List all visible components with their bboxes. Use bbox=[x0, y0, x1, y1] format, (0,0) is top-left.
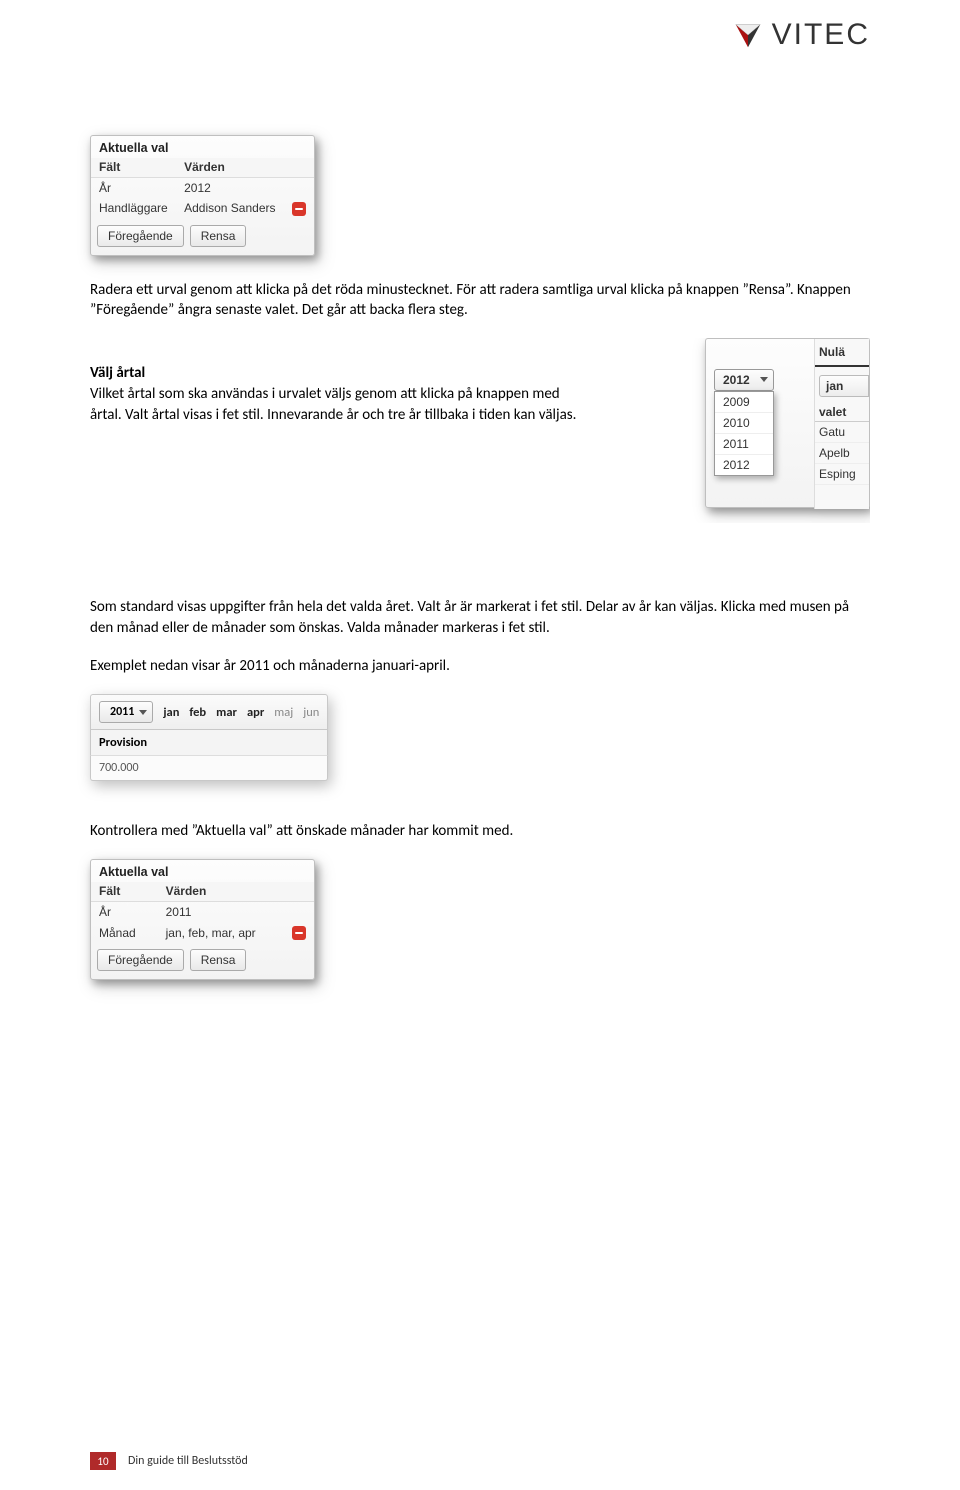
clear-button[interactable]: Rensa bbox=[190, 949, 247, 971]
brand-logo: VITEC bbox=[734, 18, 870, 52]
table-row: År 2012 bbox=[91, 178, 314, 199]
vitec-mark-icon bbox=[734, 21, 762, 49]
clear-button[interactable]: Rensa bbox=[190, 225, 247, 247]
month-item[interactable]: jan bbox=[163, 705, 179, 720]
paragraph: Vilket årtal som ska användas i urvalet … bbox=[90, 384, 590, 425]
footer-title: Din guide till Beslutsstöd bbox=[128, 1454, 248, 1468]
remove-selection-icon[interactable] bbox=[292, 202, 306, 216]
provision-label: Provision bbox=[90, 730, 328, 756]
panel-title: Aktuella val bbox=[91, 860, 314, 882]
paragraph: Kontrollera med ”Aktuella val” att önska… bbox=[90, 821, 870, 841]
paragraph: Exemplet nedan visar år 2011 och månader… bbox=[90, 656, 870, 676]
month-item[interactable]: apr bbox=[247, 705, 264, 720]
month-item[interactable]: jun bbox=[303, 705, 319, 720]
col-values: Värden bbox=[176, 158, 284, 178]
paragraph: Radera ett urval genom att klicka på det… bbox=[90, 280, 870, 321]
month-tab[interactable]: jan bbox=[819, 375, 869, 397]
months-list: jan feb mar apr maj jun bbox=[163, 705, 319, 720]
month-item[interactable]: mar bbox=[216, 705, 237, 720]
provision-value: 700.000 bbox=[90, 756, 328, 781]
panel-year-dropdown: 2012 2009 2010 2011 2012 Nulä jan valet … bbox=[705, 338, 870, 508]
page-footer: 10 Din guide till Beslutsstöd bbox=[90, 1452, 248, 1470]
cropped-right-panel: Nulä jan valet Gatu Apelb Esping bbox=[814, 339, 869, 509]
table-row: Handläggare Addison Sanders bbox=[91, 198, 314, 219]
table-row: År 2011 bbox=[91, 902, 314, 923]
panel-month-selector: 2011 jan feb mar apr maj jun Provision 7… bbox=[90, 694, 328, 781]
selection-table: Fält Värden År 2011 Månad jan, feb, mar,… bbox=[91, 882, 314, 943]
brand-name: VITEC bbox=[772, 18, 870, 52]
year-combo[interactable]: 2011 bbox=[99, 701, 153, 723]
year-dropdown-list: 2009 2010 2011 2012 bbox=[714, 391, 774, 476]
year-option[interactable]: 2009 bbox=[715, 392, 773, 413]
remove-selection-icon[interactable] bbox=[292, 926, 306, 940]
chevron-down-icon bbox=[139, 710, 147, 715]
chevron-down-icon bbox=[760, 377, 768, 382]
month-item[interactable]: maj bbox=[274, 705, 293, 720]
panel-title: Aktuella val bbox=[91, 136, 314, 158]
previous-button[interactable]: Föregående bbox=[97, 949, 184, 971]
year-option[interactable]: 2012 bbox=[715, 455, 773, 475]
year-option[interactable]: 2011 bbox=[715, 434, 773, 455]
col-field: Fält bbox=[91, 882, 158, 902]
panel-aktuella-val-1: Aktuella val Fält Värden År 2012 Handläg… bbox=[90, 135, 315, 256]
previous-button[interactable]: Föregående bbox=[97, 225, 184, 247]
paragraph: Som standard visas uppgifter från hela d… bbox=[90, 597, 870, 638]
table-row: Månad jan, feb, mar, apr bbox=[91, 922, 314, 943]
panel-aktuella-val-2: Aktuella val Fält Värden År 2011 Månad j… bbox=[90, 859, 315, 980]
year-option[interactable]: 2010 bbox=[715, 413, 773, 434]
col-values: Värden bbox=[158, 882, 284, 902]
year-combo[interactable]: 2012 bbox=[714, 369, 774, 391]
page-number: 10 bbox=[90, 1452, 116, 1470]
selection-table: Fält Värden År 2012 Handläggare Addison … bbox=[91, 158, 314, 219]
col-field: Fält bbox=[91, 158, 176, 178]
month-item[interactable]: feb bbox=[189, 705, 206, 720]
